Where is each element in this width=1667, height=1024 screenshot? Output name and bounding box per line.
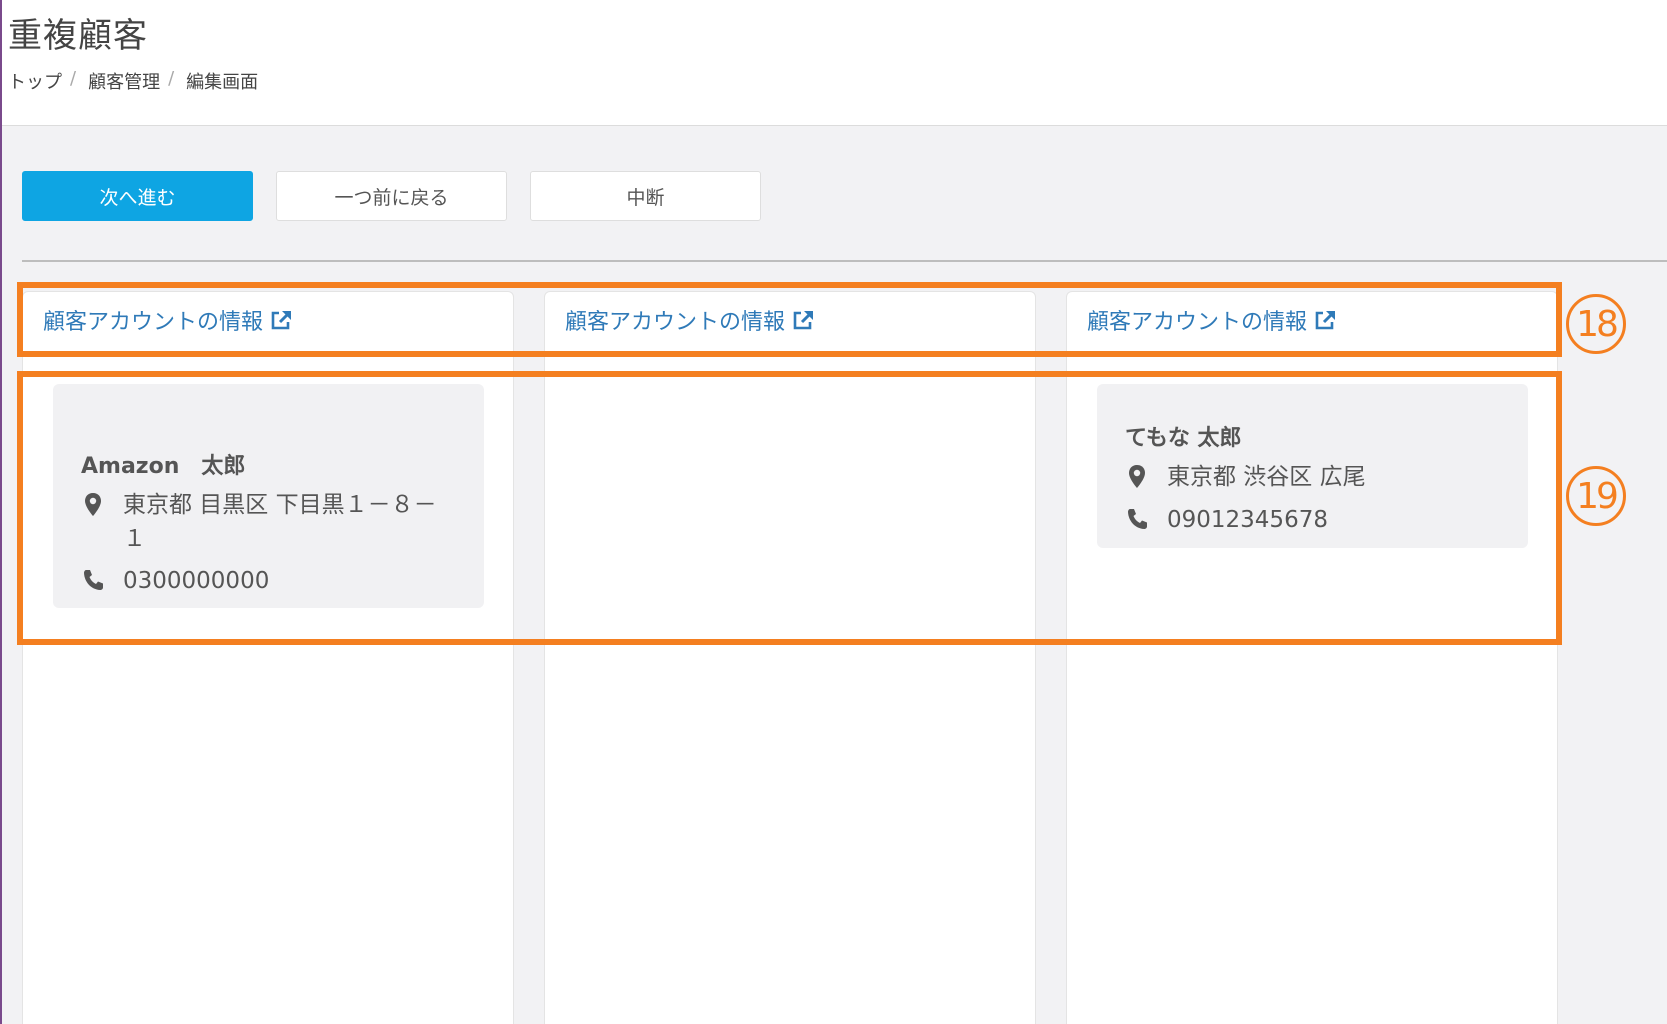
annotation-number-19: 19 bbox=[1566, 466, 1626, 526]
left-accent-bar bbox=[0, 0, 2, 1024]
breadcrumb-item-edit: 編集画面 bbox=[186, 72, 259, 93]
next-button[interactable]: 次へ進む bbox=[22, 171, 253, 221]
annotation-box-body bbox=[17, 371, 1562, 645]
toolbar: 次へ進む 一つ前に戻る 中断 bbox=[22, 171, 784, 221]
breadcrumb-separator: / bbox=[70, 68, 77, 89]
page-header: 重複顧客 トップ / 顧客管理 / 編集画面 bbox=[2, 0, 1667, 126]
back-button[interactable]: 一つ前に戻る bbox=[276, 171, 507, 221]
divider bbox=[22, 260, 1667, 262]
breadcrumb-item-top[interactable]: トップ bbox=[8, 68, 62, 94]
annotation-number-18: 18 bbox=[1566, 294, 1626, 354]
annotation-box-header bbox=[17, 282, 1562, 357]
breadcrumb: トップ / 顧客管理 / 編集画面 bbox=[8, 68, 258, 94]
breadcrumb-separator: / bbox=[168, 68, 175, 89]
abort-button[interactable]: 中断 bbox=[530, 171, 761, 221]
page-title: 重複顧客 bbox=[8, 16, 148, 56]
breadcrumb-item-customer-management[interactable]: 顧客管理 bbox=[88, 68, 160, 94]
